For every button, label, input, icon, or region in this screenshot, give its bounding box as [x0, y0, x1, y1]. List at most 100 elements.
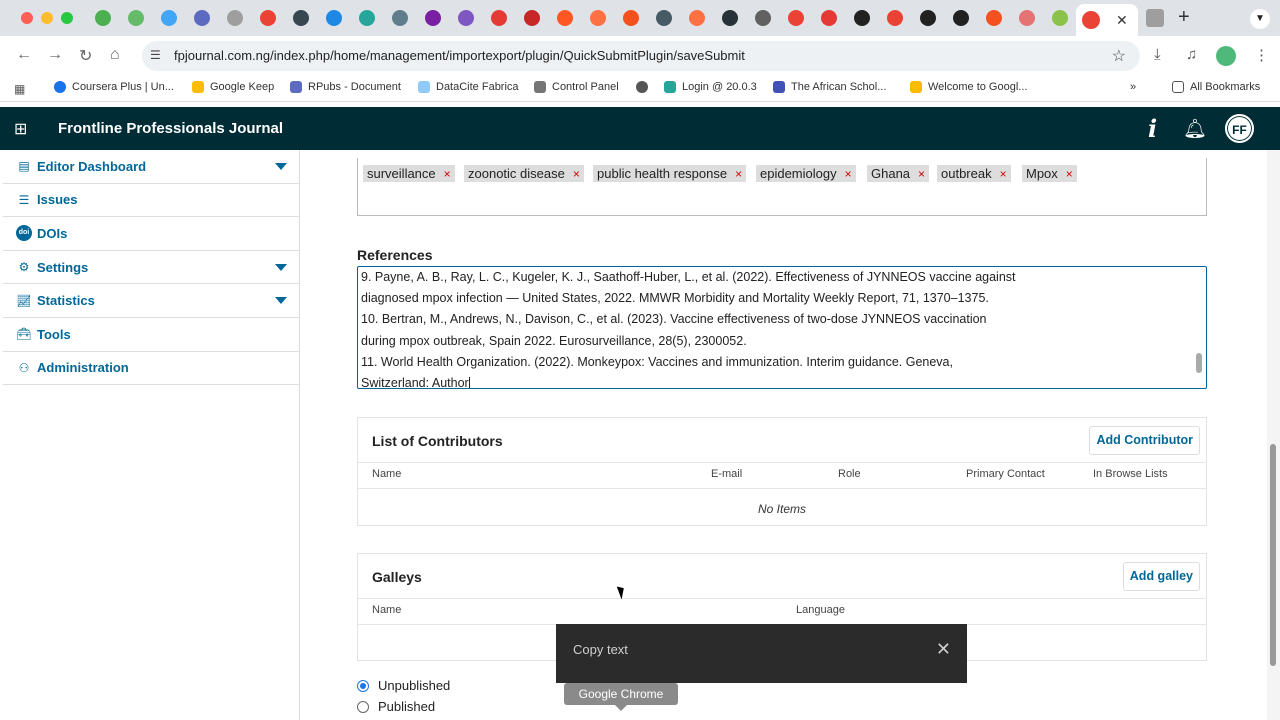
active-tab[interactable]: ✕ — [1076, 4, 1138, 36]
bookmark-item[interactable]: Login @ 20.0.3 — [664, 81, 757, 93]
tab-favicon-icon[interactable] — [919, 10, 936, 26]
home-icon[interactable]: ⌂ — [110, 46, 120, 64]
back-icon[interactable]: ← — [16, 46, 32, 64]
bookmark-item[interactable]: Control Panel — [534, 81, 619, 93]
bookmark-star-icon[interactable]: ☆ — [1112, 46, 1126, 66]
divider — [358, 462, 1206, 463]
tab-favicon-icon[interactable] — [193, 10, 210, 26]
toolbox-icon: 🧰︎ — [16, 327, 32, 342]
scrollbar-thumb[interactable] — [1270, 444, 1276, 666]
bookmark-item[interactable]: DataCite Fabrica — [418, 81, 519, 93]
tab-favicon-icon[interactable] — [721, 10, 738, 26]
sidebar-item-administration[interactable]: ⚇ Administration — [3, 352, 299, 386]
bookmark-item[interactable]: Welcome to Googl... — [910, 81, 1027, 93]
add-contributor-button[interactable]: Add Contributor — [1089, 426, 1200, 455]
notifications-bell-icon[interactable]: 🔔︎ — [1183, 117, 1207, 141]
info-icon[interactable]: i — [1148, 114, 1157, 143]
tab-favicon-icon[interactable] — [457, 10, 474, 26]
journal-title[interactable]: Frontline Professionals Journal — [58, 120, 283, 137]
remove-keyword-icon[interactable]: × — [444, 167, 451, 181]
close-notification-icon[interactable]: ✕ — [936, 639, 951, 660]
tab-favicon-icon[interactable] — [820, 10, 837, 26]
tab-favicon-icon[interactable] — [94, 10, 111, 26]
tab-favicon-icon[interactable] — [655, 10, 672, 26]
sidebar-item-statistics[interactable]: 📈︎ Statistics — [3, 284, 299, 318]
tab-favicon-icon[interactable] — [1018, 10, 1035, 26]
remove-keyword-icon[interactable]: × — [573, 167, 580, 181]
radio-button[interactable] — [357, 700, 369, 713]
remove-keyword-icon[interactable]: × — [918, 167, 925, 181]
tab-favicon-icon[interactable] — [787, 10, 804, 26]
tab-favicon-icon[interactable] — [490, 10, 507, 26]
chevron-down-icon[interactable] — [275, 163, 287, 170]
tab-favicon-icon[interactable] — [952, 10, 969, 26]
bookmark-item[interactable] — [636, 81, 654, 93]
close-window-button[interactable] — [21, 12, 33, 24]
tab-favicon-icon[interactable] — [358, 10, 375, 26]
remove-keyword-icon[interactable]: × — [845, 167, 852, 181]
tab-favicon-icon[interactable] — [1146, 9, 1164, 27]
new-tab-button[interactable]: + — [1178, 6, 1190, 29]
references-textarea[interactable]: 9. Payne, A. B., Ray, L. C., Kugeler, K.… — [357, 266, 1207, 389]
tab-favicon-icon[interactable] — [1051, 10, 1068, 26]
tab-favicon-icon[interactable] — [160, 10, 177, 26]
keywords-input[interactable]: surveillance × zoonotic disease × public hea… — [357, 158, 1207, 216]
sidebar-item-tools[interactable]: 🧰︎ Tools — [3, 318, 299, 352]
tab-favicon-icon[interactable] — [556, 10, 573, 26]
sidebar-item-settings[interactable]: ⚙ Settings — [3, 251, 299, 285]
sidebar-item-dois[interactable]: doi DOIs — [3, 217, 299, 251]
tab-search-icon[interactable]: ▼ — [1250, 9, 1270, 29]
chevron-down-icon[interactable] — [275, 263, 287, 271]
tab-favicon-icon[interactable] — [688, 10, 705, 26]
tab-favicon-icon[interactable] — [985, 10, 1002, 26]
tab-favicon-icon[interactable] — [325, 10, 342, 26]
maximize-window-button[interactable] — [61, 12, 73, 24]
site-info-icon[interactable]: ☰ — [150, 48, 161, 62]
tab-favicon-icon[interactable] — [754, 10, 771, 26]
tab-favicon-icon[interactable] — [589, 10, 606, 26]
user-avatar[interactable]: FF — [1225, 114, 1254, 143]
tab-favicon-icon[interactable] — [226, 10, 243, 26]
media-control-icon[interactable]: ♫ — [1186, 46, 1197, 63]
remove-keyword-icon[interactable]: × — [1066, 167, 1073, 181]
tab-favicon-icon[interactable] — [424, 10, 441, 26]
tab-favicon-icon[interactable] — [886, 10, 903, 26]
sitemap-icon[interactable]: ⊞ — [14, 119, 27, 139]
bookmark-item[interactable]: The African Schol... — [773, 81, 886, 93]
address-bar[interactable]: ☰ fpjournal.com.ng/index.php/home/manage… — [142, 41, 1140, 71]
page-scrollbar[interactable] — [1267, 150, 1280, 720]
apps-grid-icon[interactable]: ▦ — [14, 82, 25, 96]
status-published-radio[interactable]: Published — [357, 699, 435, 714]
textarea-scrollbar[interactable] — [1196, 353, 1202, 373]
sidebar-item-editor-dashboard[interactable]: ▤ Editor Dashboard — [3, 150, 299, 184]
bookmark-item[interactable]: Coursera Plus | Un... — [54, 81, 174, 93]
profile-avatar-icon[interactable] — [1216, 46, 1236, 66]
remove-keyword-icon[interactable]: × — [735, 167, 742, 181]
minimize-window-button[interactable] — [41, 12, 53, 24]
tab-favicon-icon[interactable] — [127, 10, 144, 26]
status-unpublished-radio[interactable]: Unpublished — [357, 678, 450, 693]
tab-favicon-icon[interactable] — [391, 10, 408, 26]
tab-favicon-icon[interactable] — [622, 10, 639, 26]
tab-favicon-icon[interactable] — [523, 10, 540, 26]
notification-text[interactable]: Copy text — [573, 642, 628, 657]
sidebar-item-issues[interactable]: ☰ Issues — [3, 184, 299, 218]
close-tab-icon[interactable]: ✕ — [1116, 12, 1128, 29]
forward-icon[interactable]: → — [47, 46, 63, 64]
tab-favicon-icon[interactable] — [292, 10, 309, 26]
app-header: ⊞ Frontline Professionals Journal i 🔔︎ F… — [0, 107, 1280, 150]
download-icon[interactable]: ⤓ — [1154, 46, 1161, 63]
add-galley-button[interactable]: Add galley — [1122, 562, 1200, 591]
bookmark-item[interactable]: RPubs - Document — [290, 81, 401, 93]
tab-favicon-icon[interactable] — [259, 10, 276, 26]
bookmark-item[interactable]: Google Keep — [192, 81, 274, 93]
reload-icon[interactable]: ↻ — [79, 46, 92, 66]
more-menu-icon[interactable]: ⋮ — [1254, 46, 1269, 64]
url-text[interactable]: fpjournal.com.ng/index.php/home/manageme… — [174, 48, 745, 63]
more-bookmarks-icon[interactable]: » — [1130, 81, 1136, 93]
radio-button-selected[interactable] — [357, 679, 369, 692]
all-bookmarks-button[interactable]: All Bookmarks — [1172, 81, 1260, 93]
tab-favicon-icon[interactable] — [853, 10, 870, 26]
chevron-down-icon[interactable] — [275, 297, 287, 305]
remove-keyword-icon[interactable]: × — [1000, 167, 1007, 181]
